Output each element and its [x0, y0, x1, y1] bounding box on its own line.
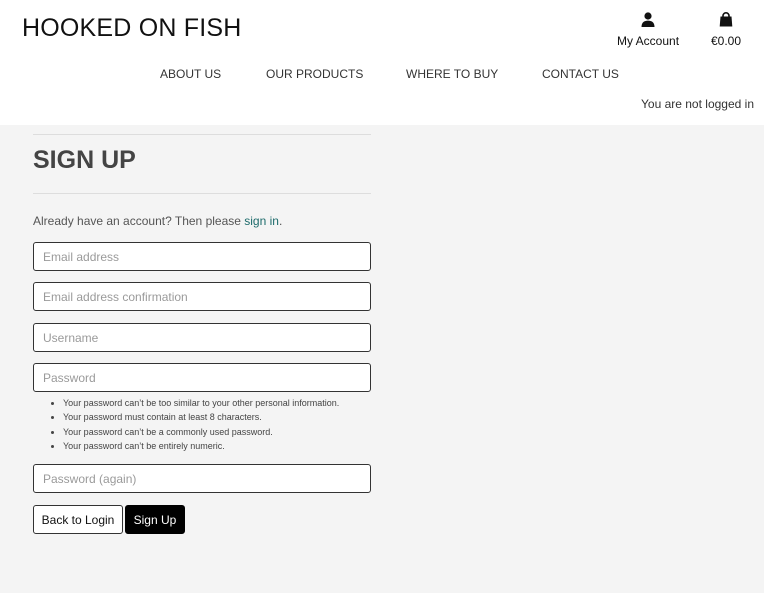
password-rule: Your password can’t be too similar to yo… [63, 396, 381, 410]
login-status: You are not logged in [641, 97, 754, 111]
shopping-bag-icon [719, 12, 733, 27]
sign-up-button[interactable]: Sign Up [125, 505, 185, 534]
site-logo[interactable]: HOOKED ON FISH [22, 14, 242, 43]
nav-where-to-buy[interactable]: WHERE TO BUY [406, 67, 498, 81]
username-field[interactable] [33, 323, 371, 352]
nav-our-products[interactable]: OUR PRODUCTS [266, 67, 363, 81]
cart-button[interactable]: €0.00 [711, 12, 741, 48]
signin-prompt-suffix: . [278, 214, 283, 228]
nav-contact-us[interactable]: CONTACT US [542, 67, 619, 81]
person-icon [641, 12, 655, 27]
password-rules: Your password can’t be too similar to yo… [51, 396, 381, 453]
cart-total: €0.00 [711, 34, 742, 48]
signin-prompt: Already have an account? Then please sig… [33, 214, 282, 228]
email-field[interactable] [33, 242, 371, 271]
sign-in-link[interactable]: sign in [244, 214, 279, 228]
my-account-label: My Account [617, 34, 680, 48]
password-rule: Your password must contain at least 8 ch… [63, 410, 381, 424]
my-account-button[interactable]: My Account [617, 12, 679, 48]
site-header: HOOKED ON FISH My Account €0.00 ABOUT US… [0, 0, 764, 125]
divider-bottom [33, 193, 371, 194]
password-field[interactable] [33, 363, 371, 392]
password-rule: Your password can’t be a commonly used p… [63, 425, 381, 439]
email-confirmation-field[interactable] [33, 282, 371, 311]
password-rule: Your password can’t be entirely numeric. [63, 439, 381, 453]
signin-prompt-text: Already have an account? Then please [33, 214, 245, 228]
password-again-field[interactable] [33, 464, 371, 493]
back-to-login-button[interactable]: Back to Login [33, 505, 123, 534]
nav-about-us[interactable]: ABOUT US [160, 67, 221, 81]
divider-top [33, 134, 371, 135]
page-title: SIGN UP [33, 146, 136, 174]
